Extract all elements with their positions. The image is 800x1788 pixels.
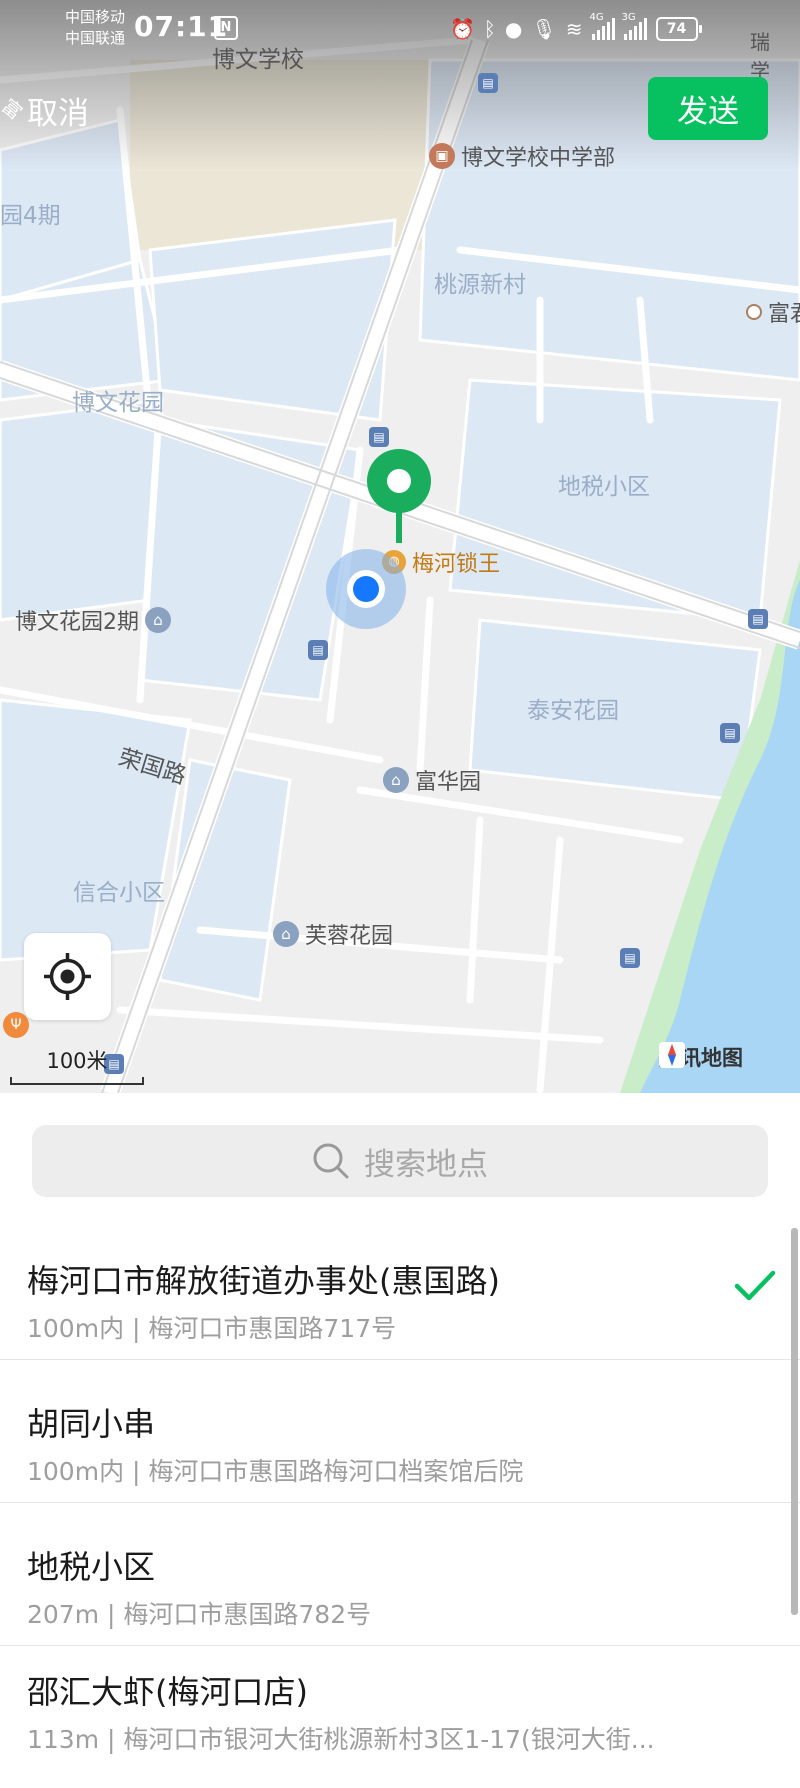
school-pin-icon: ▣ [429, 143, 455, 169]
current-location-icon [325, 548, 407, 630]
map-label-edge-4qi: 园4期 [0, 203, 61, 229]
tencent-map-logo-icon [659, 1042, 685, 1068]
location-icon: ● [504, 17, 523, 41]
place-address: 100m内 | 梅河口市惠国路717号 [27, 1314, 397, 1343]
scale-bar [10, 1077, 144, 1085]
list-item[interactable]: 地税小区 207m | 梅河口市惠国路782号 [0, 1502, 800, 1646]
poi-furong[interactable]: ⌂ 芙蓉花园 [273, 918, 393, 950]
bus-stop-icon[interactable]: ▤ [720, 723, 740, 743]
place-name: 邵汇大虾(梅河口店) [27, 1673, 308, 1711]
home-icon: ⌂ [273, 921, 299, 947]
place-name: 地税小区 [27, 1548, 156, 1586]
map-label-taian: 泰安花园 [527, 698, 619, 724]
bus-stop-icon[interactable]: ▤ [369, 427, 389, 447]
map-attribution: 腾讯地图 [659, 1042, 743, 1072]
map-label-bowen-garden: 博文花园 [72, 390, 164, 416]
check-icon [734, 1270, 776, 1301]
place-name: 梅河口市解放街道办事处(惠国路) [27, 1262, 500, 1300]
microphone-icon: 🎙 [531, 17, 557, 41]
status-bar: 中国移动 中国联通 07:11 N ⏰ ᛒ ● 🎙 ≋ 4G 3G 74 [0, 0, 800, 62]
list-scrollbar[interactable] [791, 1228, 798, 1615]
bus-stop-icon[interactable]: ▤ [478, 73, 498, 93]
status-icons: ⏰ ᛒ ● 🎙 ≋ 4G 3G 74 [450, 12, 702, 46]
poi-fuhua[interactable]: ⌂ 富华园 [383, 764, 481, 796]
search-placeholder: 搜索地点 [364, 1146, 488, 1183]
alarm-icon: ⏰ [450, 17, 475, 41]
bluetooth-icon: ᛒ [483, 17, 496, 41]
poi-edge-fu2[interactable]: 富君 [746, 296, 800, 328]
home-icon: ⌂ [145, 607, 171, 633]
poi-bowen-middle[interactable]: ▣ 博文学校中学部 [429, 140, 615, 172]
carrier-labels: 中国移动 中国联通 [65, 8, 126, 47]
poi-dot-icon [746, 304, 762, 320]
signal-icon: 4G [590, 12, 615, 40]
place-name: 胡同小串 [27, 1405, 156, 1443]
map-label-dishui: 地税小区 [558, 474, 650, 500]
place-address: 113m | 梅河口市银河大街桃源新村3区1-17(银河大街... [27, 1725, 655, 1754]
send-button[interactable]: 发送 [648, 77, 768, 140]
map-label-taoyuan: 桃源新村 [434, 272, 526, 298]
place-address: 207m | 梅河口市惠国路782号 [27, 1600, 372, 1629]
nfc-icon: N [214, 16, 238, 40]
poi-bowen-garden2[interactable]: 博文花园2期 ⌂ [15, 604, 171, 636]
battery-icon: 74 [655, 17, 702, 41]
crosshair-icon [44, 953, 91, 1000]
search-input[interactable]: 搜索地点 [32, 1125, 768, 1197]
wifi-icon: ≋ [565, 17, 583, 41]
signal-icon: 3G [622, 12, 647, 40]
map-view[interactable]: 博文学校 ▣ 博文学校中学部 桃源新村 博文花园 地税小区 泰安花园 荣国路 信… [0, 0, 800, 1093]
map-scale: 100米 [10, 1045, 144, 1085]
place-address: 100m内 | 梅河口市惠国路梅河口档案馆后院 [27, 1457, 524, 1486]
map-label-xinhe: 信合小区 [73, 880, 165, 906]
search-icon [313, 1143, 349, 1179]
map-pin-icon [366, 448, 432, 548]
bus-stop-icon[interactable]: ▤ [748, 609, 768, 629]
list-item[interactable]: 邵汇大虾(梅河口店) 113m | 梅河口市银河大街桃源新村3区1-17(银河大… [0, 1645, 800, 1788]
bus-stop-icon[interactable]: ▤ [620, 948, 640, 968]
list-item[interactable]: 梅河口市解放街道办事处(惠国路) 100m内 | 梅河口市惠国路717号 [0, 1216, 800, 1360]
cancel-button[interactable]: 取消 [27, 88, 89, 133]
locate-me-button[interactable] [24, 933, 111, 1020]
list-item[interactable]: 胡同小串 100m内 | 梅河口市惠国路梅河口档案馆后院 [0, 1359, 800, 1503]
home-icon: ⌂ [383, 767, 409, 793]
bus-stop-icon[interactable]: ▤ [308, 640, 328, 660]
